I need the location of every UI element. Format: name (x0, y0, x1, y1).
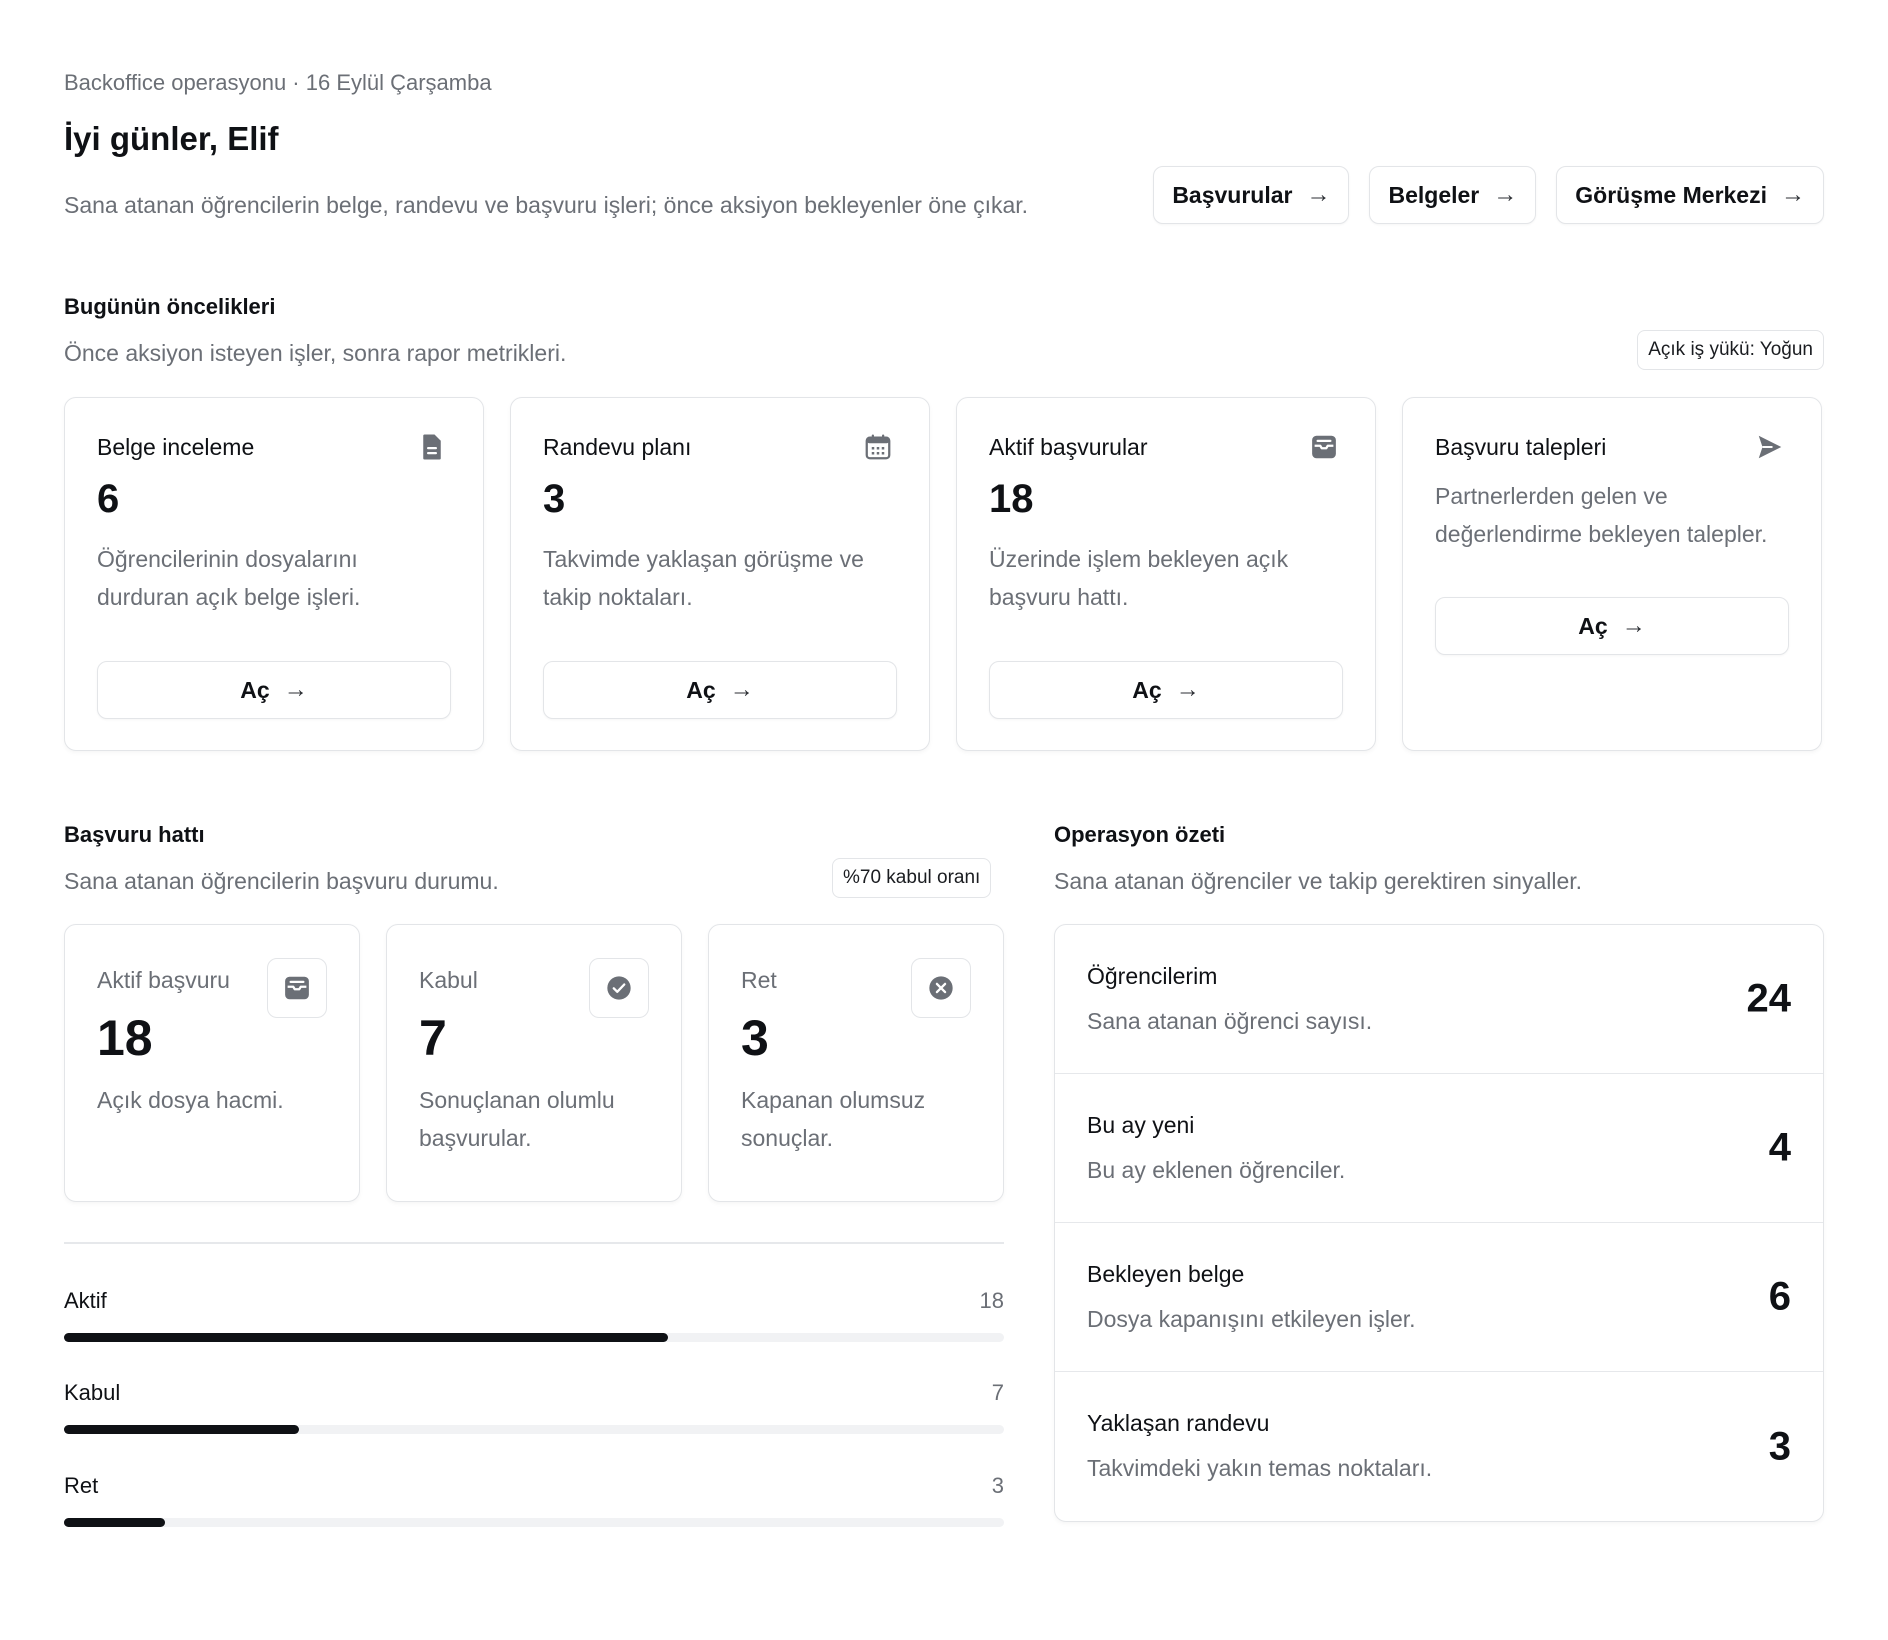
arrow-right-icon: → (1306, 181, 1331, 208)
priority-card-title: Randevu planı (543, 434, 692, 460)
meeting-center-button[interactable]: Görüşme Merkezi → (1556, 166, 1824, 224)
open-documents-button[interactable]: Aç → (97, 661, 451, 719)
open-requests-button[interactable]: Aç → (1435, 597, 1789, 655)
priority-card-desc: Üzerinde işlem bekleyen açık başvuru hat… (989, 546, 1289, 610)
stat-card-desc: Açık dosya hacmi. (97, 1087, 284, 1113)
priority-card-desc: Partnerlerden gelen ve değerlendirme bek… (1435, 483, 1768, 547)
list-item-title: Bu ay yeni (1087, 1112, 1195, 1138)
applications-button-label: Başvurular (1172, 181, 1293, 208)
open-active-applications-button[interactable]: Aç → (989, 661, 1343, 719)
list-item-desc: Sana atanan öğrenci sayısı. (1087, 1008, 1373, 1034)
arrow-right-icon: → (283, 676, 308, 703)
quick-actions: Başvurular → Belgeler → Görüşme Merkezi … (1153, 166, 1824, 224)
stat-card-desc: Kapanan olumsuz sonuçlar. (741, 1087, 926, 1151)
pipeline-subtitle: Sana atanan öğrencilerin başvuru durumu. (64, 868, 499, 894)
list-item-desc: Takvimdeki yakın temas noktaları. (1087, 1455, 1433, 1481)
open-button-label: Aç (240, 676, 270, 703)
list-item-desc: Bu ay eklenen öğrenciler. (1087, 1157, 1346, 1183)
priority-card-value: 18 (989, 477, 1034, 521)
priority-card-title: Başvuru talepleri (1435, 434, 1607, 460)
priority-card-title: Belge inceleme (97, 434, 255, 460)
list-item[interactable]: Bu ay yeni Bu ay eklenen öğrenciler. 4 (1055, 1074, 1823, 1223)
open-button-label: Aç (686, 676, 716, 703)
stat-card-label: Kabul (419, 967, 478, 993)
page-intro: Sana atanan öğrencilerin belge, randevu … (64, 192, 1029, 218)
stat-icon-box (911, 958, 971, 1018)
priority-card-active-applications: Aktif başvurular 18 Üzerinde işlem bekle… (956, 397, 1376, 751)
calendar-icon (865, 434, 891, 460)
pipeline-divider (64, 1242, 1004, 1244)
priorities-title: Bugünün öncelikleri (64, 294, 276, 319)
stat-card-label: Ret (741, 967, 777, 993)
workload-badge: Açık iş yükü: Yoğun (1637, 330, 1824, 370)
priority-cards: Belge inceleme 6 Öğrencilerinin dosyalar… (64, 397, 1824, 751)
bar-label: Kabul (64, 1380, 121, 1405)
bar-value: 18 (979, 1288, 1004, 1313)
inbox-icon (285, 976, 309, 1000)
stat-card-desc: Sonuçlanan olumlu başvurular. (419, 1087, 615, 1151)
bar-track (64, 1518, 1004, 1527)
priority-card-appointments: Randevu planı 3 Takvimde yaklaşan görüşm… (510, 397, 930, 751)
arrow-right-icon: → (1781, 181, 1805, 208)
check-circle-icon (607, 976, 631, 1000)
operations-title: Operasyon özeti (1054, 822, 1226, 847)
x-circle-icon (929, 976, 953, 1000)
priority-card-desc: Takvimde yaklaşan görüşme ve takip nokta… (543, 546, 864, 610)
list-item-value: 24 (1746, 976, 1792, 1021)
list-item-value: 4 (1768, 1125, 1791, 1170)
bar-value: 3 (991, 1473, 1004, 1498)
list-item-desc: Dosya kapanışını etkileyen işler. (1087, 1306, 1416, 1332)
arrow-right-icon: → (729, 676, 754, 703)
bar-value: 7 (991, 1380, 1004, 1405)
stat-card-rejected: Ret 3 Kapanan olumsuz sonuçlar. (708, 924, 1004, 1202)
priority-card-value: 6 (97, 477, 120, 521)
stat-icon-box (267, 958, 327, 1018)
bar-track (64, 1425, 1004, 1434)
pipeline-title: Başvuru hattı (64, 822, 205, 847)
meeting-center-button-label: Görüşme Merkezi (1575, 181, 1767, 208)
bar-track (64, 1333, 1004, 1342)
page-title: İyi günler, Elif (64, 120, 279, 157)
page-eyebrow: Backoffice operasyonu · 16 Eylül Çarşamb… (64, 70, 492, 95)
arrow-right-icon: → (1621, 612, 1646, 639)
acceptance-rate-badge: %70 kabul oranı (832, 858, 992, 898)
list-item-value: 3 (1768, 1424, 1791, 1468)
open-appointments-button[interactable]: Aç → (543, 661, 897, 719)
arrow-right-icon: → (1175, 676, 1200, 703)
list-item-title: Bekleyen belge (1087, 1261, 1245, 1287)
bar-label: Ret (64, 1473, 99, 1498)
bar-fill (64, 1333, 669, 1342)
priority-card-title: Aktif başvurular (989, 434, 1148, 460)
documents-button-label: Belgeler (1388, 181, 1480, 208)
stat-card-label: Aktif başvuru (97, 967, 230, 993)
stat-card-active: Aktif başvuru 18 Açık dosya hacmi. (64, 924, 360, 1202)
arrow-right-icon: → (1493, 181, 1518, 208)
documents-button[interactable]: Belgeler → (1369, 166, 1537, 224)
bar-fill (64, 1518, 165, 1527)
pipeline-stat-cards: Aktif başvuru 18 Açık dosya hacmi. Kabul… (64, 924, 1004, 1202)
priorities-subtitle: Önce aksiyon isteyen işler, sonra rapor … (64, 340, 567, 366)
document-icon (423, 434, 441, 460)
stat-card-accepted: Kabul 7 Sonuçlanan olumlu başvurular. (386, 924, 682, 1202)
list-item[interactable]: Yaklaşan randevu Takvimdeki yakın temas … (1055, 1372, 1823, 1521)
open-button-label: Aç (1578, 612, 1608, 639)
inbox-icon (1312, 435, 1336, 459)
operations-subtitle: Sana atanan öğrenciler ve takip gerektir… (1054, 868, 1583, 894)
open-button-label: Aç (1132, 676, 1162, 703)
list-item[interactable]: Öğrencilerim Sana atanan öğrenci sayısı.… (1055, 925, 1823, 1074)
priority-card-desc: Öğrencilerinin dosyalarını durduran açık… (97, 546, 361, 610)
priority-card-value: 3 (543, 477, 566, 521)
applications-button[interactable]: Başvurular → (1153, 166, 1350, 224)
stat-icon-box (589, 958, 649, 1018)
priority-card-documents: Belge inceleme 6 Öğrencilerinin dosyalar… (64, 397, 484, 751)
list-item-title: Öğrencilerim (1087, 963, 1218, 989)
bar-fill (64, 1425, 299, 1434)
list-item[interactable]: Bekleyen belge Dosya kapanışını etkileye… (1055, 1223, 1823, 1372)
list-item-value: 6 (1768, 1274, 1791, 1319)
send-icon (1758, 435, 1782, 459)
bar-label: Aktif (64, 1288, 107, 1313)
list-item-title: Yaklaşan randevu (1087, 1410, 1270, 1436)
operations-list: Öğrencilerim Sana atanan öğrenci sayısı.… (1054, 924, 1824, 1522)
priority-card-requests: Başvuru talepleri Partnerlerden gelen ve… (1402, 397, 1822, 751)
